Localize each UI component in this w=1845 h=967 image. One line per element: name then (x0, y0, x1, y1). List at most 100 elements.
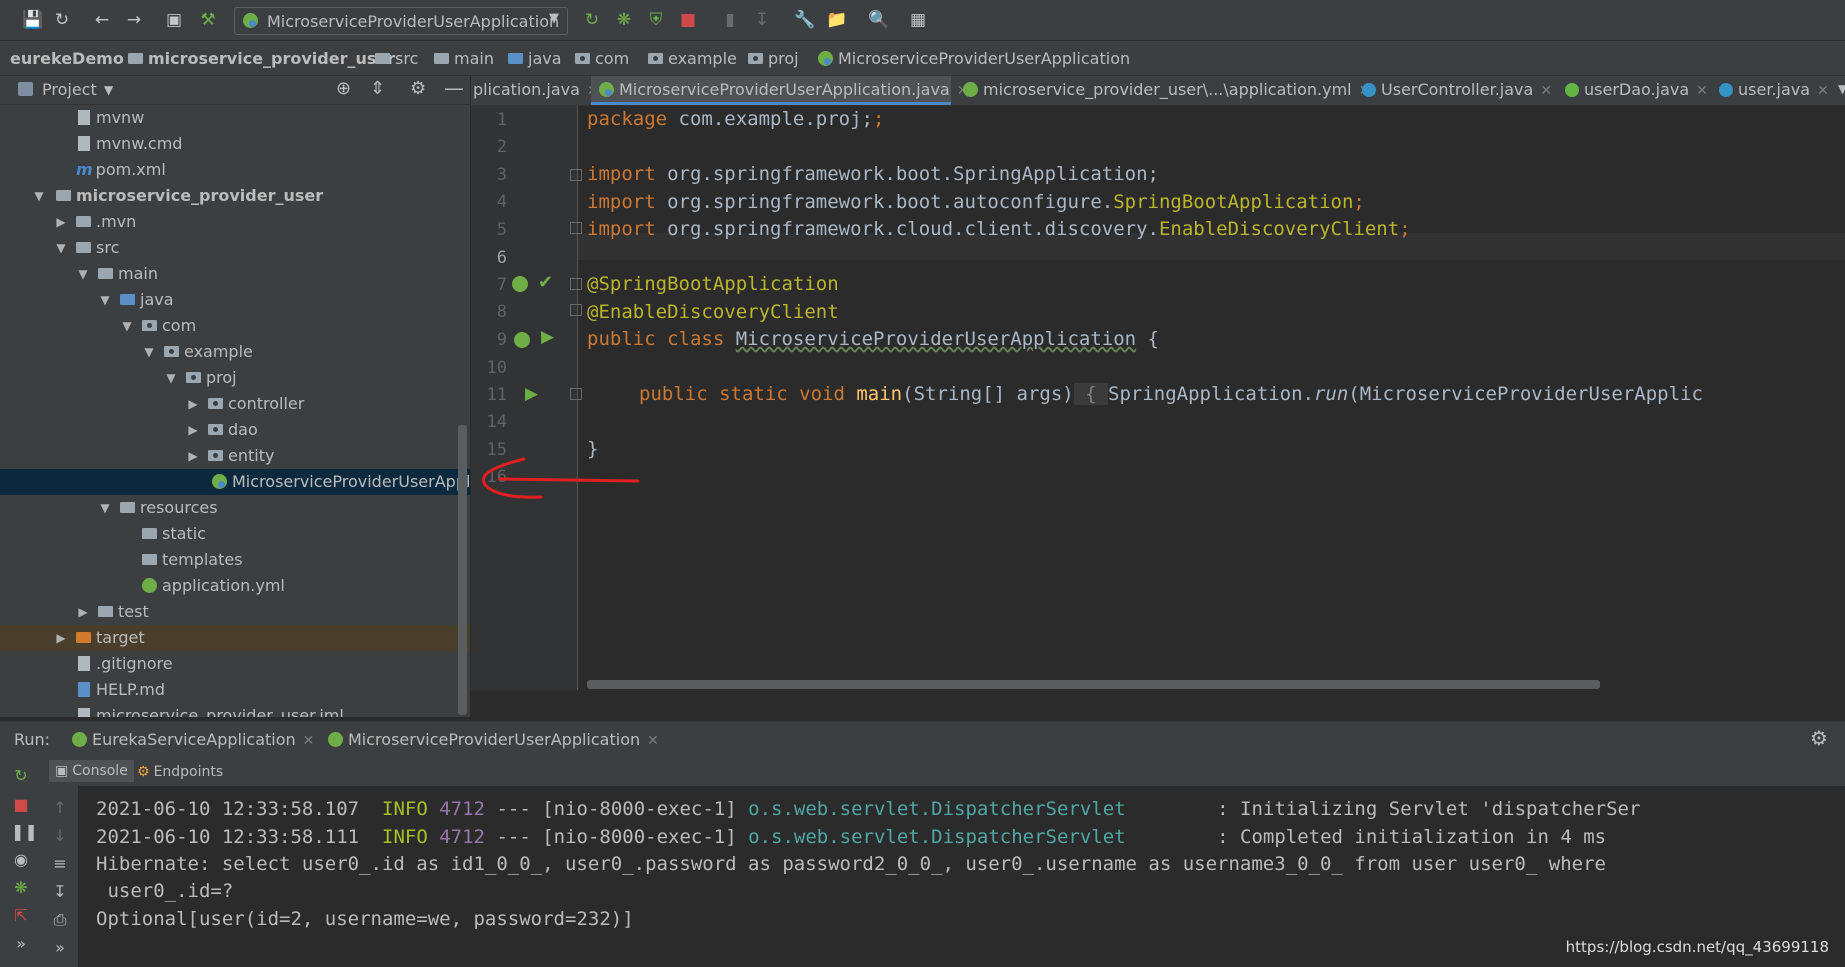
debug-icon[interactable]: ❋ (614, 10, 634, 30)
minimize-icon[interactable]: — (444, 76, 464, 100)
tree-item[interactable]: static (0, 521, 470, 547)
pause-icon[interactable]: ❚❚ (11, 822, 38, 842)
code-line[interactable]: package com.example.proj;; (587, 108, 884, 130)
tab-overflow-icon[interactable]: ▼ (1838, 82, 1845, 96)
build-icon[interactable]: ⚒ (198, 10, 218, 30)
chevron-down-icon[interactable]: ▼ (104, 83, 113, 97)
tree-item-selected[interactable]: MicroserviceProviderUserApplic (0, 469, 470, 495)
collapse-arrow-icon[interactable]: ▶ (186, 417, 200, 443)
translate-icon[interactable]: ▦ (908, 10, 928, 30)
tree-item[interactable]: mvnw.cmd (0, 131, 470, 157)
project-view-title[interactable]: Project (42, 80, 97, 99)
tree-item[interactable]: ▶ .mvn (0, 209, 470, 235)
code-line[interactable]: public class MicroserviceProviderUserApp… (587, 328, 1159, 350)
tab-user-controller[interactable]: UserController.java ✕ (1362, 76, 1552, 105)
tree-item[interactable]: templates (0, 547, 470, 573)
debug-icon[interactable]: ❋ (11, 878, 31, 898)
tree-item[interactable]: m pom.xml (0, 157, 470, 183)
code-line[interactable]: import org.springframework.boot.autoconf… (587, 191, 1365, 213)
fold-marker-icon[interactable] (570, 388, 582, 400)
expand-arrow-icon[interactable]: ▼ (76, 261, 90, 287)
tree-item[interactable]: ▼ src (0, 235, 470, 261)
tree-item[interactable]: ▶ test (0, 599, 470, 625)
tree-item[interactable]: ▼ main (0, 261, 470, 287)
collapse-arrow-icon[interactable]: ▶ (186, 443, 200, 469)
collapse-arrow-icon[interactable]: ▶ (186, 391, 200, 417)
tab-user-dao[interactable]: userDao.java ✕ (1565, 76, 1708, 105)
collapse-all-icon[interactable]: ⇕ (370, 78, 385, 99)
down-icon[interactable]: ↓ (50, 826, 70, 846)
tree-item[interactable]: .gitignore (0, 651, 470, 677)
more-icon[interactable]: » (50, 938, 70, 958)
rerun-icon[interactable]: ↻ (582, 10, 602, 30)
fold-marker-icon[interactable] (570, 169, 582, 181)
expand-arrow-icon[interactable]: ▼ (98, 287, 112, 313)
stop-icon[interactable]: ■ (11, 795, 31, 815)
bookmark-icon[interactable]: ▮ (720, 10, 740, 30)
tree-item[interactable]: ▼ proj (0, 365, 470, 391)
breadcrumb-item[interactable]: example (648, 49, 737, 68)
more-icon[interactable]: » (11, 934, 31, 954)
soft-wrap-icon[interactable]: ≡ (50, 854, 70, 874)
breadcrumb-item[interactable]: java (508, 49, 562, 68)
run-gutter-icon[interactable]: ▶ (525, 384, 538, 404)
breadcrumb-item[interactable]: com (575, 49, 629, 68)
expand-arrow-icon[interactable]: ▼ (54, 235, 68, 261)
expand-arrow-icon[interactable]: ▼ (164, 365, 178, 391)
run-tab-provider[interactable]: MicroserviceProviderUserApplication ✕ (328, 730, 659, 749)
gear-icon[interactable]: ⚙ (1810, 726, 1828, 750)
fold-marker-icon[interactable] (570, 304, 582, 316)
back-icon[interactable]: ← (92, 10, 112, 30)
tab-console[interactable]: ▣ Console (49, 760, 134, 782)
expand-arrow-icon[interactable]: ▼ (142, 339, 156, 365)
code-line[interactable]: @SpringBootApplication (587, 273, 839, 295)
up-icon[interactable]: ↑ (50, 798, 70, 818)
stop-icon[interactable]: ■ (678, 10, 698, 30)
close-icon[interactable]: ✕ (1817, 83, 1829, 99)
editor-horizontal-scrollbar[interactable] (587, 680, 1600, 689)
spring-bean-gutter-icon[interactable] (514, 332, 530, 348)
tree-item[interactable]: microservice_provider_user.iml (0, 703, 470, 717)
code-line[interactable]: public static void main(String[] args) {… (639, 383, 1703, 405)
sync-icon[interactable]: ↻ (52, 10, 72, 30)
fold-marker-icon[interactable] (570, 278, 582, 290)
tree-item[interactable]: ▶ target (0, 625, 470, 651)
locate-icon[interactable]: ⊕ (336, 78, 351, 99)
breadcrumb-item[interactable]: eurekeDemo (10, 49, 124, 68)
tree-item[interactable]: ▶ dao (0, 417, 470, 443)
gear-icon[interactable]: ⚙ (410, 78, 426, 99)
wrench-icon[interactable]: 🔧 (794, 10, 815, 30)
tab-user-java[interactable]: user.java ✕ (1719, 76, 1829, 105)
code-line[interactable]: import org.springframework.boot.SpringAp… (587, 163, 1159, 185)
tree-item[interactable]: ▶ entity (0, 443, 470, 469)
collapse-arrow-icon[interactable]: ▶ (54, 209, 68, 235)
tree-item[interactable]: ▼ com (0, 313, 470, 339)
tree-item[interactable]: ▶ controller (0, 391, 470, 417)
close-icon[interactable]: ✕ (1696, 83, 1708, 99)
tree-item[interactable]: ▼ resources (0, 495, 470, 521)
close-icon[interactable]: ✕ (303, 733, 315, 749)
run-gutter-icon[interactable]: ▶ (541, 327, 554, 347)
close-icon[interactable]: ✕ (647, 733, 659, 749)
forward-icon[interactable]: → (124, 10, 144, 30)
collapse-arrow-icon[interactable]: ▶ (54, 625, 68, 651)
tree-item[interactable]: ▼ microservice_provider_user (0, 183, 470, 209)
tab-application-yml[interactable]: microservice_provider_user\...\applicati… (963, 76, 1370, 105)
run-config-selector[interactable]: MicroserviceProviderUserApplication ▼ (234, 7, 568, 35)
print-icon[interactable]: ⎙ (50, 910, 70, 930)
tree-item[interactable]: ▼ example (0, 339, 470, 365)
tree-item[interactable]: mvnw (0, 105, 470, 131)
breadcrumb-item[interactable]: proj (748, 49, 799, 68)
breadcrumb-item[interactable]: main (434, 49, 494, 68)
breadcrumb-item[interactable]: microservice_provider_user (128, 49, 395, 68)
expand-arrow-icon[interactable]: ▼ (98, 495, 112, 521)
breadcrumb-item[interactable]: src (375, 49, 418, 68)
coverage-icon[interactable]: ⛨ (646, 10, 666, 30)
save-icon[interactable]: 💾 (22, 10, 43, 30)
expand-arrow-icon[interactable]: ▼ (32, 183, 46, 209)
project-structure-icon[interactable]: 📁 (826, 10, 847, 30)
spring-bean-gutter-icon[interactable] (512, 276, 528, 292)
tab-endpoints[interactable]: ⚙ Endpoints (137, 764, 223, 780)
expand-arrow-icon[interactable]: ▼ (120, 313, 134, 339)
tree-item[interactable]: HELP.md (0, 677, 470, 703)
